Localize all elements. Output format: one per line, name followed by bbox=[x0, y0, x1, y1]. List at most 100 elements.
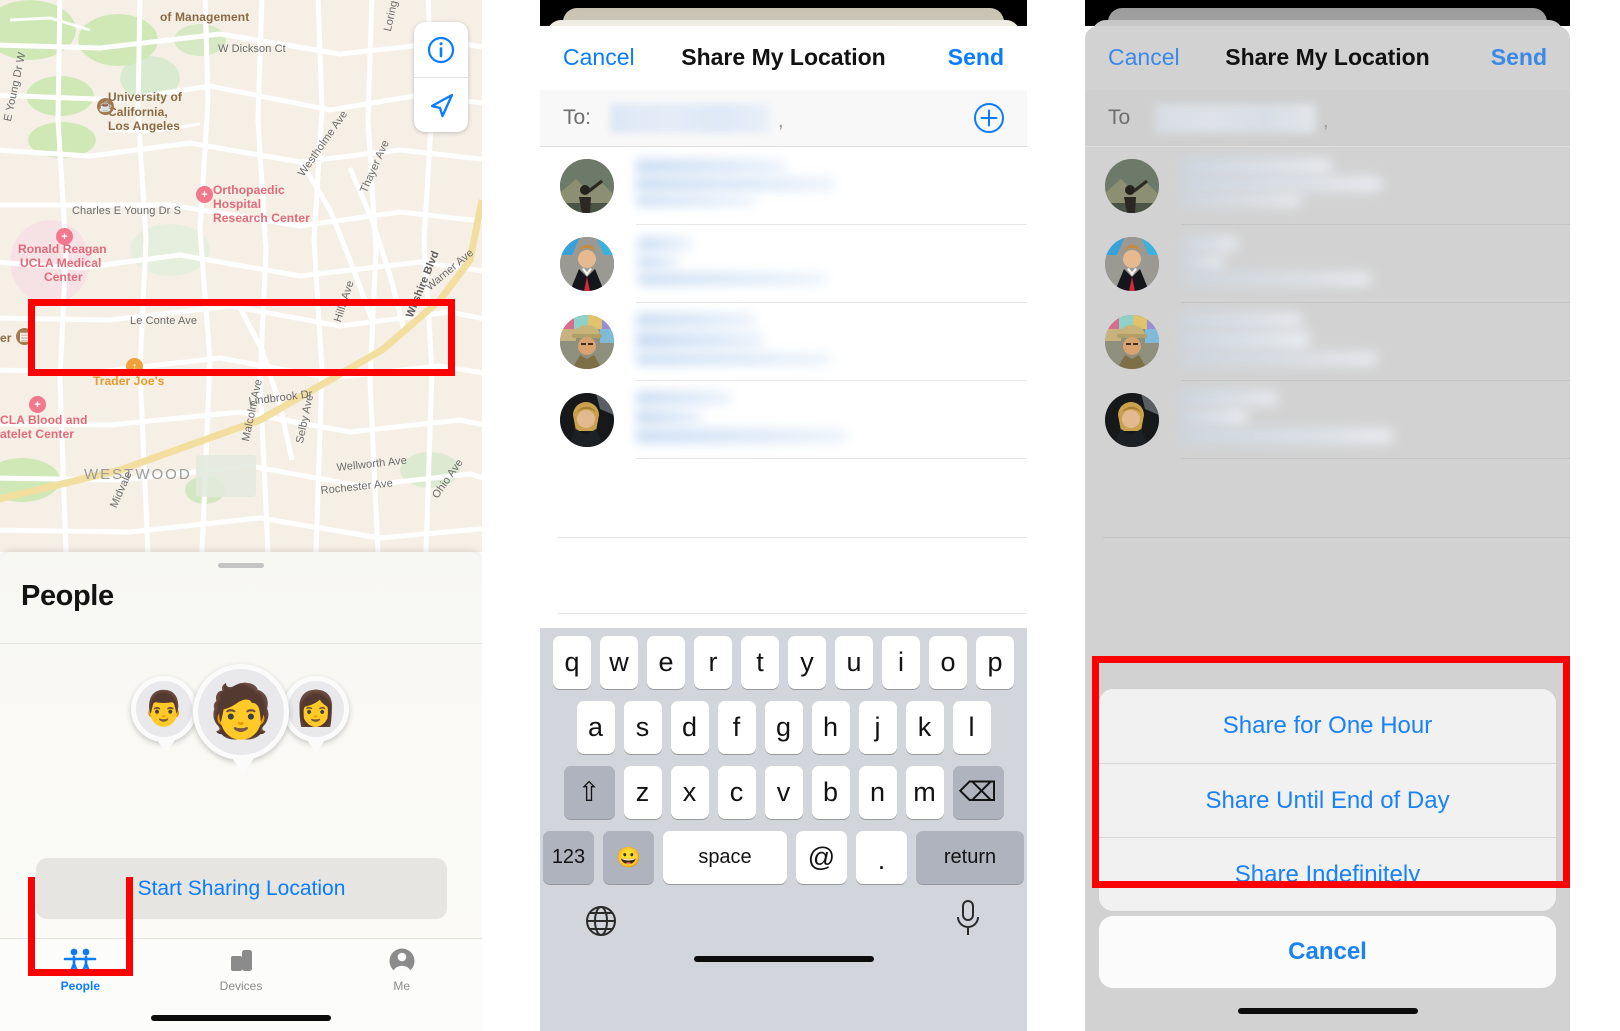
map-canvas[interactable]: of Management W Dickson Ct University of Ca… bbox=[0, 0, 482, 552]
numbers-key[interactable]: 123 bbox=[543, 831, 594, 884]
key-m[interactable]: m bbox=[905, 766, 944, 819]
globe-key[interactable] bbox=[584, 904, 618, 943]
action-option-3[interactable]: Share Indefinitely bbox=[1099, 837, 1556, 911]
period-key[interactable]: . bbox=[856, 831, 907, 884]
contact-row[interactable] bbox=[540, 303, 1027, 381]
map-poi-marker[interactable]: ▤ bbox=[16, 328, 33, 345]
home-indicator bbox=[693, 956, 874, 962]
contact-name-redacted bbox=[1181, 157, 1570, 215]
share-my-location-modal: Cancel Share My Location Send To: , q w … bbox=[540, 26, 1027, 1031]
space-key[interactable]: space bbox=[663, 831, 787, 884]
dictation-key[interactable] bbox=[953, 898, 983, 943]
map-info-button[interactable] bbox=[414, 22, 468, 77]
avatar bbox=[1105, 315, 1159, 369]
key-i[interactable]: i bbox=[882, 636, 920, 689]
key-h[interactable]: h bbox=[811, 701, 850, 754]
microphone-icon bbox=[957, 900, 979, 935]
globe-icon bbox=[586, 906, 616, 936]
avatar bbox=[560, 315, 614, 369]
keyboard-row-2: asdfghjkl bbox=[540, 701, 1027, 754]
add-contact-button[interactable] bbox=[973, 102, 1005, 134]
contact-name-redacted bbox=[636, 235, 1027, 293]
tab-people-label: People bbox=[60, 979, 101, 993]
person-circle-icon bbox=[389, 948, 415, 974]
contact-row[interactable] bbox=[540, 381, 1027, 459]
phone-screen-find-my-people: of Management W Dickson Ct University of Ca… bbox=[0, 0, 482, 1031]
memoji-pin-center[interactable]: 🧑 bbox=[193, 664, 289, 760]
contact-row[interactable] bbox=[540, 225, 1027, 303]
tab-me[interactable]: Me bbox=[321, 947, 482, 1005]
action-sheet-cancel-button[interactable]: Cancel bbox=[1099, 916, 1556, 988]
tab-people[interactable]: People bbox=[0, 947, 161, 1005]
key-g[interactable]: g bbox=[764, 701, 803, 754]
key-x[interactable]: x bbox=[670, 766, 709, 819]
map-poi-marker[interactable]: + bbox=[29, 396, 46, 413]
backspace-key[interactable]: ⌫ bbox=[952, 766, 1004, 819]
key-n[interactable]: n bbox=[858, 766, 897, 819]
key-c[interactable]: c bbox=[717, 766, 756, 819]
key-v[interactable]: v bbox=[764, 766, 803, 819]
avatar bbox=[560, 393, 614, 447]
contact-row[interactable] bbox=[1085, 225, 1570, 303]
contact-row[interactable] bbox=[1085, 147, 1570, 225]
keyboard-row-3: ⇧ zxcvbnm ⌫ bbox=[540, 766, 1027, 819]
memoji-face: 👩 bbox=[294, 690, 338, 728]
key-u[interactable]: u bbox=[835, 636, 873, 689]
recipient-field-row[interactable]: To: , bbox=[540, 90, 1027, 147]
key-q[interactable]: q bbox=[553, 636, 591, 689]
key-z[interactable]: z bbox=[623, 766, 662, 819]
key-e[interactable]: e bbox=[647, 636, 685, 689]
send-button[interactable]: Send bbox=[1491, 44, 1547, 71]
key-a[interactable]: a bbox=[576, 701, 615, 754]
return-key[interactable]: return bbox=[916, 831, 1024, 884]
key-y[interactable]: y bbox=[788, 636, 826, 689]
recipient-comma: , bbox=[1323, 110, 1329, 132]
photo-curly-avatar bbox=[1105, 393, 1159, 447]
send-button[interactable]: Send bbox=[948, 44, 1004, 71]
key-b[interactable]: b bbox=[811, 766, 850, 819]
key-s[interactable]: s bbox=[623, 701, 662, 754]
start-sharing-location-button[interactable]: Start Sharing Location bbox=[36, 858, 447, 919]
contact-name-redacted bbox=[636, 391, 1027, 449]
recipient-field-row[interactable]: To , bbox=[1085, 90, 1570, 147]
map-label: CLA Blood and bbox=[0, 413, 88, 427]
key-t[interactable]: t bbox=[741, 636, 779, 689]
map-poi-marker[interactable]: ☕ bbox=[97, 98, 114, 115]
tab-devices[interactable]: Devices bbox=[161, 947, 322, 1005]
key-j[interactable]: j bbox=[858, 701, 897, 754]
map-locate-button[interactable] bbox=[414, 77, 468, 132]
key-w[interactable]: w bbox=[600, 636, 638, 689]
keyboard-row-1: qwertyuiop bbox=[540, 636, 1027, 689]
memoji-pin-left[interactable]: 👨 bbox=[131, 676, 197, 742]
contact-suggestion-list bbox=[540, 147, 1027, 614]
avatar bbox=[1105, 393, 1159, 447]
memoji-pin-right[interactable]: 👩 bbox=[283, 676, 349, 742]
map-poi-marker[interactable]: ↑ bbox=[126, 358, 143, 375]
memoji-pin-right-tail bbox=[307, 740, 325, 753]
shift-key[interactable]: ⇧ bbox=[563, 766, 615, 819]
key-o[interactable]: o bbox=[929, 636, 967, 689]
contact-name-redacted bbox=[636, 157, 1027, 215]
tab-list: People Devices Me bbox=[0, 947, 482, 1005]
map-label: atelet Center bbox=[0, 427, 74, 441]
key-d[interactable]: d bbox=[670, 701, 709, 754]
action-option-1[interactable]: Share for One Hour bbox=[1099, 689, 1556, 763]
map-label: Trader Joe's bbox=[93, 374, 165, 388]
contact-row[interactable] bbox=[1085, 381, 1570, 459]
at-key[interactable]: @ bbox=[796, 831, 847, 884]
key-l[interactable]: l bbox=[952, 701, 991, 754]
emoji-key[interactable]: 😀 bbox=[603, 831, 654, 884]
action-option-2[interactable]: Share Until End of Day bbox=[1099, 763, 1556, 837]
key-f[interactable]: f bbox=[717, 701, 756, 754]
contact-row[interactable] bbox=[540, 147, 1027, 225]
sheet-grabber-handle[interactable] bbox=[218, 563, 264, 568]
map-poi-marker[interactable]: + bbox=[196, 186, 213, 203]
key-k[interactable]: k bbox=[905, 701, 944, 754]
contact-row[interactable] bbox=[1085, 303, 1570, 381]
key-p[interactable]: p bbox=[976, 636, 1014, 689]
map-poi-marker[interactable]: + bbox=[56, 228, 73, 245]
map-label: Hospital bbox=[213, 197, 262, 211]
key-r[interactable]: r bbox=[694, 636, 732, 689]
map-label: Center bbox=[44, 270, 83, 284]
modal-navbar: Cancel Share My Location Send bbox=[1085, 26, 1570, 90]
